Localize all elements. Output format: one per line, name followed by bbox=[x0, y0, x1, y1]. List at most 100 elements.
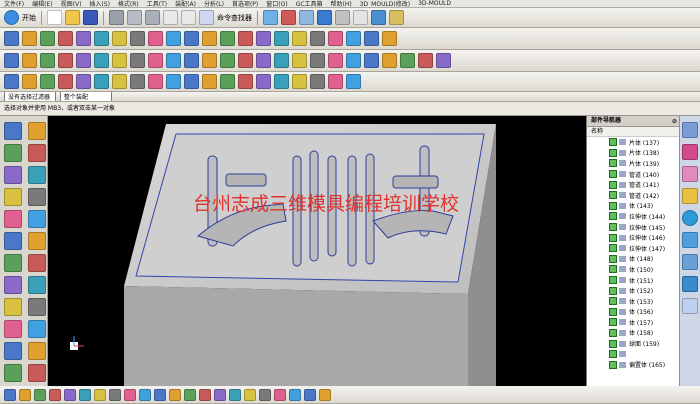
sew-icon[interactable] bbox=[310, 74, 325, 89]
groove-icon[interactable] bbox=[130, 74, 145, 89]
shell-icon[interactable] bbox=[4, 188, 22, 206]
point-icon[interactable] bbox=[19, 388, 31, 401]
analysis-icon[interactable] bbox=[364, 31, 379, 46]
feature-row[interactable]: 体 (152) bbox=[587, 285, 680, 296]
polygon-icon[interactable] bbox=[112, 31, 127, 46]
visibility-checkbox[interactable] bbox=[609, 328, 617, 337]
paste-icon[interactable] bbox=[145, 10, 160, 25]
pan-icon[interactable] bbox=[199, 388, 211, 401]
section-icon[interactable] bbox=[28, 320, 46, 338]
visibility-checkbox[interactable] bbox=[609, 212, 617, 221]
trim-body-icon[interactable] bbox=[274, 74, 289, 89]
menu-window[interactable]: 窗口(O) bbox=[266, 0, 287, 7]
chamfer-icon[interactable] bbox=[220, 31, 235, 46]
feature-row[interactable]: 体 (158) bbox=[587, 328, 680, 339]
feature-row[interactable]: 体 (151) bbox=[587, 275, 680, 286]
menu-view[interactable]: 视图(V) bbox=[61, 0, 82, 7]
gen-icon[interactable] bbox=[400, 53, 415, 68]
menu-3dmould-mod[interactable]: 3D_MOULD(修改) bbox=[360, 0, 410, 7]
offset-face-icon[interactable] bbox=[364, 53, 379, 68]
wireframe-icon[interactable] bbox=[299, 10, 314, 25]
line-icon[interactable] bbox=[4, 31, 19, 46]
render-icon[interactable] bbox=[4, 364, 22, 382]
intersect-icon[interactable] bbox=[256, 74, 271, 89]
part-nav-icon[interactable] bbox=[682, 166, 698, 182]
split-icon[interactable] bbox=[292, 74, 307, 89]
bolt-icon[interactable] bbox=[382, 31, 397, 46]
menu-assembly[interactable]: 装配(A) bbox=[175, 0, 196, 7]
wire-icon[interactable] bbox=[244, 388, 256, 401]
intersection-icon[interactable] bbox=[94, 388, 106, 401]
pocket-icon[interactable] bbox=[76, 74, 91, 89]
shell-icon[interactable] bbox=[184, 53, 199, 68]
visibility-checkbox[interactable] bbox=[609, 276, 617, 285]
view-icon[interactable] bbox=[389, 10, 404, 25]
visibility-checkbox[interactable] bbox=[609, 148, 617, 157]
color-icon[interactable] bbox=[317, 10, 332, 25]
split-icon[interactable] bbox=[28, 254, 46, 272]
visibility-checkbox[interactable] bbox=[609, 170, 617, 179]
trim-body-icon[interactable] bbox=[274, 53, 289, 68]
menu-tools[interactable]: 工具(T) bbox=[147, 0, 167, 7]
menu-3dmould[interactable]: 3D-MOULD bbox=[418, 0, 451, 7]
pin-icon[interactable]: ⊘ bbox=[672, 117, 677, 127]
tangent-icon[interactable] bbox=[109, 388, 121, 401]
trim-icon[interactable] bbox=[166, 31, 181, 46]
visibility-checkbox[interactable] bbox=[609, 159, 617, 168]
layer-icon[interactable] bbox=[263, 10, 278, 25]
fillet-icon[interactable] bbox=[202, 31, 217, 46]
zoom-icon[interactable] bbox=[214, 388, 226, 401]
feature-row[interactable]: 球面 (159) bbox=[587, 338, 680, 349]
boss-icon[interactable] bbox=[58, 53, 73, 68]
scale-icon[interactable] bbox=[346, 74, 361, 89]
feature-row[interactable]: 拉伸体 (145) bbox=[587, 222, 680, 233]
project-icon[interactable] bbox=[274, 31, 289, 46]
feature-row[interactable]: 体 (150) bbox=[587, 264, 680, 275]
menu-gc-toolbox[interactable]: GC工具箱 bbox=[296, 0, 323, 7]
sketch-icon[interactable] bbox=[4, 122, 22, 140]
visibility-checkbox[interactable] bbox=[609, 201, 617, 210]
layer-icon[interactable] bbox=[4, 342, 22, 360]
start-icon[interactable] bbox=[4, 10, 19, 25]
feature-row[interactable]: 片体 (139) bbox=[587, 158, 680, 169]
process-studio-icon[interactable] bbox=[682, 298, 698, 314]
sew-icon[interactable] bbox=[310, 53, 325, 68]
arrow-icon[interactable] bbox=[371, 10, 386, 25]
start-button[interactable]: 开始 bbox=[22, 13, 36, 23]
extrude-icon[interactable] bbox=[4, 74, 19, 89]
color-box-icon[interactable] bbox=[353, 10, 368, 25]
feature-row[interactable]: 体 (157) bbox=[587, 317, 680, 328]
redo-icon[interactable] bbox=[181, 10, 196, 25]
scale-icon[interactable] bbox=[28, 298, 46, 316]
grid-icon[interactable] bbox=[124, 388, 136, 401]
gen-icon[interactable] bbox=[418, 53, 433, 68]
feature-row[interactable] bbox=[587, 349, 680, 360]
extrude-icon[interactable] bbox=[4, 53, 19, 68]
extend-icon[interactable] bbox=[184, 31, 199, 46]
blend-icon[interactable] bbox=[4, 166, 22, 184]
split-icon[interactable] bbox=[292, 53, 307, 68]
revolve-icon[interactable] bbox=[22, 74, 37, 89]
visibility-checkbox[interactable] bbox=[609, 180, 617, 189]
groove-icon[interactable] bbox=[130, 53, 145, 68]
visibility-checkbox[interactable] bbox=[609, 339, 617, 348]
end-point-icon[interactable] bbox=[34, 388, 46, 401]
open-icon[interactable] bbox=[65, 10, 80, 25]
visibility-checkbox[interactable] bbox=[609, 360, 617, 369]
column-header-name[interactable]: 名称 bbox=[587, 127, 680, 137]
subtract-icon[interactable] bbox=[238, 53, 253, 68]
visibility-checkbox[interactable] bbox=[609, 138, 617, 147]
boss-icon[interactable] bbox=[28, 210, 46, 228]
chamfer-icon[interactable] bbox=[166, 53, 181, 68]
point-icon[interactable] bbox=[76, 31, 91, 46]
menu-insert[interactable]: 插入(S) bbox=[89, 0, 110, 7]
view-icon[interactable] bbox=[335, 10, 350, 25]
copy-icon[interactable] bbox=[127, 10, 142, 25]
graphics-window[interactable]: 台州志成三维模具编程培训学校 bbox=[48, 116, 586, 386]
role-icon[interactable] bbox=[682, 276, 698, 292]
mid-point-icon[interactable] bbox=[49, 388, 61, 401]
intersect-icon[interactable] bbox=[292, 31, 307, 46]
mirror-icon[interactable] bbox=[238, 31, 253, 46]
intersect-icon[interactable] bbox=[256, 53, 271, 68]
new-icon[interactable] bbox=[47, 10, 62, 25]
